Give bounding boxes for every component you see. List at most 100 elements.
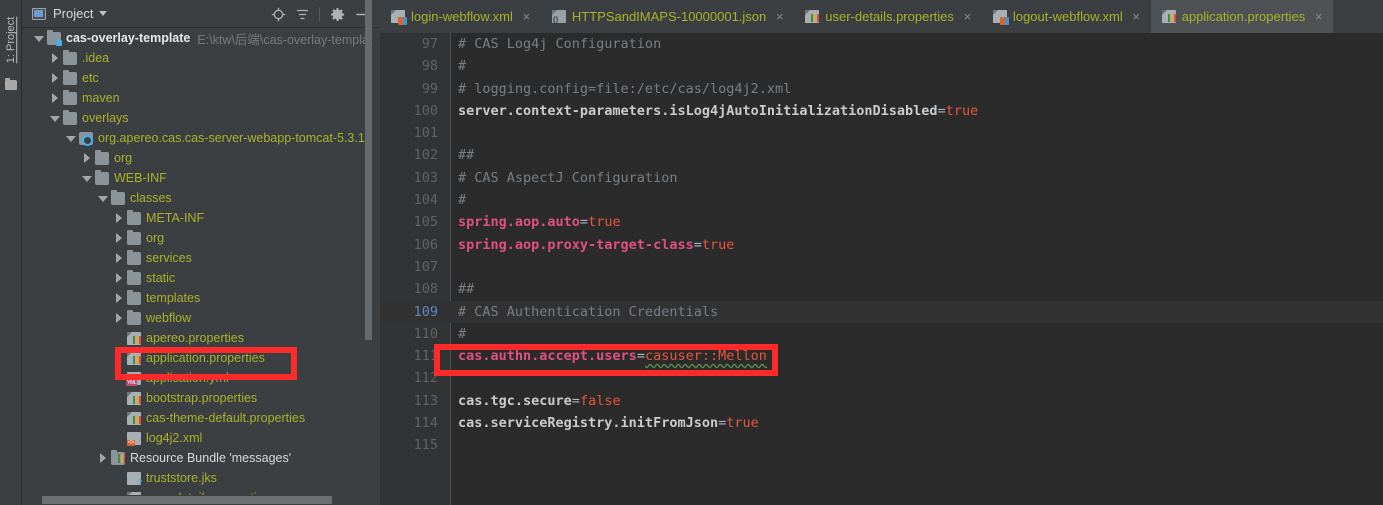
chevron-right-icon[interactable] <box>50 53 60 63</box>
collapse-all-icon[interactable] <box>291 3 313 25</box>
code-line[interactable]: 103 # CAS AspectJ Configuration <box>380 167 1383 189</box>
code-line[interactable]: 105 spring.aop.auto=true <box>380 211 1383 233</box>
close-icon[interactable]: × <box>962 10 973 23</box>
code-token-keypink: cas.authn.accept.users <box>458 348 637 365</box>
chevron-right-icon[interactable] <box>114 313 124 323</box>
close-icon[interactable]: × <box>1131 10 1142 23</box>
tree-row[interactable]: etc <box>22 68 380 88</box>
code-line[interactable]: 97 # CAS Log4j Configuration <box>380 33 1383 55</box>
chevron-down-icon[interactable] <box>50 113 60 123</box>
tree-row[interactable]: cas-theme-default.properties <box>22 408 380 428</box>
tree-row[interactable]: maven <box>22 88 380 108</box>
code-line[interactable]: 115 <box>380 434 1383 456</box>
code-line[interactable]: 110 # <box>380 323 1383 345</box>
editor-tab-bar[interactable]: login-webflow.xml×HTTPSandIMAPS-10000001… <box>380 0 1383 33</box>
chevron-right-icon[interactable] <box>82 153 92 163</box>
tree-row[interactable]: classes <box>22 188 380 208</box>
chevron-right-icon[interactable] <box>98 453 108 463</box>
code-line-text: # <box>450 189 1383 211</box>
xml-webflow-icon <box>992 10 1009 25</box>
tree-row[interactable]: META-INF <box>22 208 380 228</box>
tree-row[interactable]: bootstrap.properties <box>22 388 380 408</box>
code-line[interactable]: 102 ## <box>380 144 1383 166</box>
editor-tab[interactable]: login-webflow.xml × <box>380 0 541 33</box>
tree-indent-spacer <box>114 433 124 443</box>
tree-row[interactable]: application.properties <box>22 348 380 368</box>
code-token-val: true <box>701 236 735 253</box>
chevron-right-icon[interactable] <box>114 253 124 263</box>
code-lines[interactable]: 97 # CAS Log4j Configuration 98 #99 # loggin… <box>380 33 1383 457</box>
close-icon[interactable]: × <box>521 10 532 23</box>
code-line[interactable]: 104 # <box>380 189 1383 211</box>
editor-tab-label: login-webflow.xml <box>411 9 513 24</box>
tree-row[interactable]: application.yml <box>22 368 380 388</box>
tree-indent-spacer <box>114 473 124 483</box>
chevron-right-icon[interactable] <box>114 213 124 223</box>
tree-row[interactable]: org.apereo.cas.cas-server-webapp-tomcat-… <box>22 128 380 148</box>
editor-code-area[interactable]: 97 # CAS Log4j Configuration 98 #99 # loggin… <box>380 33 1383 505</box>
folder-icon[interactable] <box>5 78 17 90</box>
code-line[interactable]: 100 server.context-parameters.isLog4jAuto… <box>380 100 1383 122</box>
line-number: 100 <box>413 102 438 119</box>
tree-row[interactable]: static <box>22 268 380 288</box>
project-tree-horizontal-scrollbar-thumb[interactable] <box>42 496 332 504</box>
code-line[interactable]: 98 # <box>380 55 1383 77</box>
chevron-right-icon[interactable] <box>114 233 124 243</box>
code-line[interactable]: 99 # logging.config=file:/etc/cas/log4j2.… <box>380 78 1383 100</box>
code-line[interactable]: 114 cas.serviceRegistry.initFromJson=true <box>380 412 1383 434</box>
chevron-down-icon[interactable] <box>82 173 92 183</box>
project-tree[interactable]: cas-overlay-template E:\ktw\后端\cas-overla… <box>22 28 380 505</box>
chevron-right-icon[interactable] <box>114 273 124 283</box>
code-line[interactable]: 111 cas.authn.accept.users=casuser::Mello… <box>380 345 1383 367</box>
chevron-down-icon[interactable] <box>34 33 44 43</box>
chevron-down-icon[interactable] <box>66 133 76 143</box>
line-number: 102 <box>413 147 438 164</box>
editor-tab[interactable]: HTTPSandIMAPS-10000001.json × <box>541 0 794 33</box>
folder-icon <box>95 149 109 165</box>
chevron-right-icon[interactable] <box>114 293 124 303</box>
json-icon <box>551 10 566 24</box>
chevron-down-icon[interactable] <box>99 11 108 16</box>
crosshair-locate-icon[interactable] <box>267 3 289 25</box>
code-line[interactable]: 108 ## <box>380 278 1383 300</box>
chevron-right-icon[interactable] <box>50 73 60 83</box>
code-line[interactable]: 106 spring.aop.proxy-target-class=true <box>380 234 1383 256</box>
tree-row[interactable]: WEB-INF <box>22 168 380 188</box>
tool-window-tab-project[interactable]: 1: Project <box>0 4 22 76</box>
line-number: 109 <box>413 303 438 320</box>
tree-row[interactable]: Resource Bundle 'messages' <box>22 448 380 468</box>
gear-icon[interactable] <box>326 3 348 25</box>
chevron-down-icon[interactable] <box>98 193 108 203</box>
code-line[interactable]: 112 <box>380 367 1383 389</box>
tree-row[interactable]: templates <box>22 288 380 308</box>
editor-tab[interactable]: logout-webflow.xml × <box>982 0 1151 33</box>
close-icon[interactable]: × <box>1313 10 1324 23</box>
tree-row-label: application.properties <box>146 351 265 365</box>
folder-icon <box>127 249 141 265</box>
folder-icon <box>127 229 141 245</box>
tree-row[interactable]: apereo.properties <box>22 328 380 348</box>
code-line[interactable]: 107 <box>380 256 1383 278</box>
tree-row[interactable]: .idea <box>22 48 380 68</box>
code-line[interactable]: 113 cas.tgc.secure=false <box>380 390 1383 412</box>
close-icon[interactable]: × <box>774 10 785 23</box>
code-line[interactable]: 109 # CAS Authentication Credentials <box>380 300 1383 323</box>
tree-row[interactable]: truststore.jks <box>22 468 380 488</box>
chevron-right-icon[interactable] <box>50 93 60 103</box>
tree-row[interactable]: services <box>22 248 380 268</box>
line-number: 111 <box>413 348 438 365</box>
tree-row[interactable]: overlays <box>22 108 380 128</box>
tree-row[interactable]: org <box>22 148 380 168</box>
tree-row[interactable]: webflow <box>22 308 380 328</box>
code-line-text: spring.aop.proxy-target-class=true <box>450 234 1383 256</box>
editor-tab[interactable]: user-details.properties × <box>794 0 982 33</box>
tree-row[interactable]: cas-overlay-template E:\ktw\后端\cas-overla… <box>22 28 380 48</box>
tree-row[interactable]: org <box>22 228 380 248</box>
line-number: 112 <box>413 370 438 387</box>
tree-row[interactable]: log4j2.xml <box>22 428 380 448</box>
line-number: 110 <box>413 325 438 342</box>
project-tree-vertical-scrollbar[interactable] <box>365 0 372 340</box>
code-token-comment: # CAS Log4j Configuration <box>458 36 662 52</box>
editor-tab[interactable]: application.properties × <box>1150 0 1334 33</box>
code-line[interactable]: 101 <box>380 122 1383 144</box>
